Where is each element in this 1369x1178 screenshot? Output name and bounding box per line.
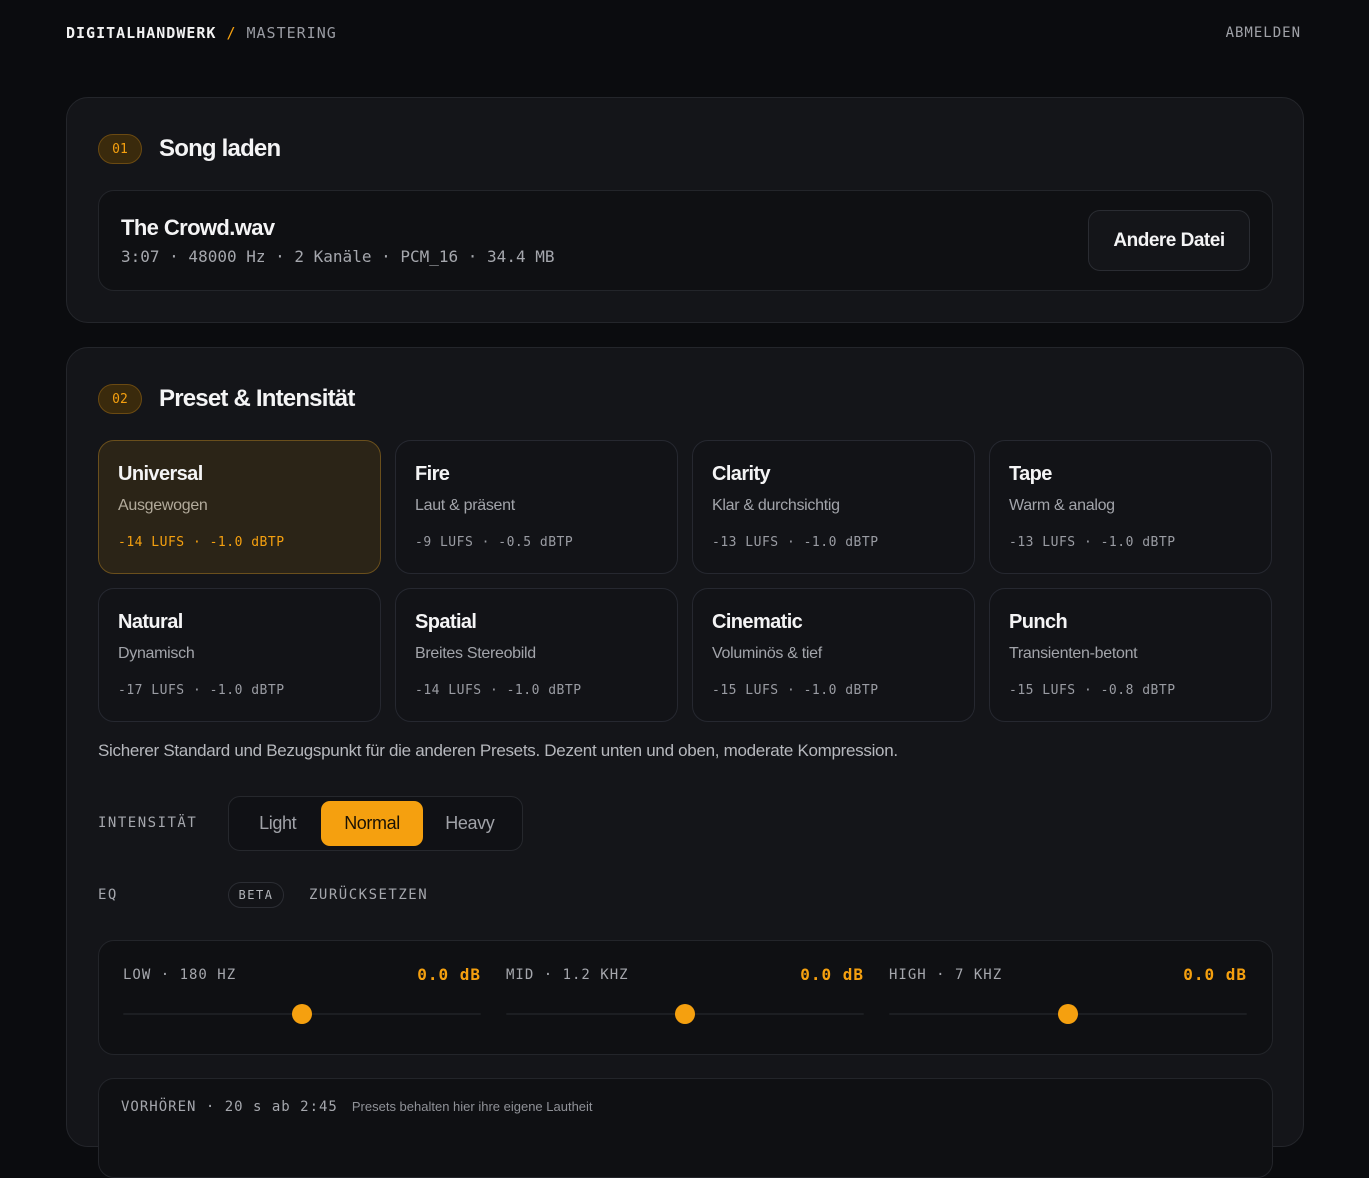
top-bar: DIGITALHANDWERK / MASTERING ABMELDEN	[66, 22, 1301, 44]
eq-reset-button[interactable]: ZURÜCKSETZEN	[309, 887, 428, 903]
step-title: Preset & Intensität	[159, 385, 355, 412]
eq-band-value: 0.0 dB	[1183, 965, 1247, 984]
preset-card-punch[interactable]: Punch Transienten-betont -15 LUFS · -0.8 d…	[989, 588, 1272, 722]
preset-card-natural[interactable]: Natural Dynamisch -17 LUFS · -1.0 dBTP	[98, 588, 381, 722]
preset-card-cinematic[interactable]: Cinematic Voluminös & tief -15 LUFS · -1.0…	[692, 588, 975, 722]
preset-description: Ausgewogen	[118, 497, 208, 514]
breadcrumb-section: MASTERING	[246, 24, 337, 42]
preset-spec: -9 LUFS · -0.5 dBTP	[415, 535, 574, 550]
preset-name: Universal	[118, 463, 203, 485]
beta-badge: BETA	[228, 882, 284, 908]
preset-card-universal[interactable]: Universal Ausgewogen -14 LUFS · -1.0 dBTP	[98, 440, 381, 574]
preset-description: Dynamisch	[118, 645, 195, 662]
preview-card: VORHÖREN · 20 s ab 2:45 Presets behalten…	[98, 1078, 1273, 1178]
preset-name: Tape	[1009, 463, 1052, 485]
step-title: Song laden	[159, 135, 281, 162]
preset-card-spatial[interactable]: Spatial Breites Stereobild -14 LUFS · -1.0…	[395, 588, 678, 722]
preset-description: Breites Stereobild	[415, 645, 536, 662]
preset-spec: -15 LUFS · -0.8 dBTP	[1009, 683, 1176, 698]
song-panel: 01 Song laden The Crowd.wav 3:07 · 48000…	[66, 97, 1304, 323]
breadcrumb: DIGITALHANDWERK / MASTERING	[66, 24, 337, 42]
preview-label: VORHÖREN · 20 s ab 2:45	[121, 1099, 338, 1115]
eq-band-value: 0.0 dB	[800, 965, 864, 984]
preset-spec: -13 LUFS · -1.0 dBTP	[712, 535, 879, 550]
preset-spec: -14 LUFS · -1.0 dBTP	[415, 683, 582, 698]
preset-name: Clarity	[712, 463, 771, 485]
breadcrumb-separator: /	[226, 24, 237, 42]
logout-link[interactable]: ABMELDEN	[1226, 25, 1301, 41]
preset-name: Cinematic	[712, 611, 803, 633]
step-number: 02	[98, 384, 142, 414]
preset-description: Transienten-betont	[1009, 645, 1138, 662]
eq-band-mid: MID · 1.2 KHZ 0.0 dB	[506, 941, 864, 1054]
eq-band-label: HIGH · 7 KHZ	[889, 967, 1003, 983]
preset-grid: Universal Ausgewogen -14 LUFS · -1.0 dBTP F…	[98, 440, 1273, 722]
file-card: The Crowd.wav 3:07 · 48000 Hz · 2 Kanäle…	[98, 190, 1273, 291]
preset-description: Klar & durchsichtig	[712, 497, 840, 514]
preset-spec: -15 LUFS · -1.0 dBTP	[712, 683, 879, 698]
preset-spec: -13 LUFS · -1.0 dBTP	[1009, 535, 1176, 550]
intensity-label: INTENSITÄT	[98, 815, 198, 831]
preset-name: Punch	[1009, 611, 1068, 633]
change-file-button[interactable]: Andere Datei	[1088, 210, 1250, 271]
preset-description: Warm & analog	[1009, 497, 1115, 514]
step-header: 01 Song laden	[98, 134, 281, 164]
preset-name: Fire	[415, 463, 450, 485]
preset-card-clarity[interactable]: Clarity Klar & durchsichtig -13 LUFS · -1.…	[692, 440, 975, 574]
eq-card: LOW · 180 HZ 0.0 dB MID · 1.2 KHZ 0.0 dB…	[98, 940, 1273, 1055]
eq-slider-thumb[interactable]	[292, 1004, 312, 1024]
file-name: The Crowd.wav	[121, 215, 275, 240]
preset-name: Spatial	[415, 611, 477, 633]
preset-description: Laut & präsent	[415, 497, 515, 514]
file-meta: 3:07 · 48000 Hz · 2 Kanäle · PCM_16 · 34…	[121, 247, 555, 266]
step-number: 01	[98, 134, 142, 164]
eq-band-value: 0.0 dB	[417, 965, 481, 984]
eq-band-high: HIGH · 7 KHZ 0.0 dB	[889, 941, 1247, 1054]
eq-label: EQ	[98, 887, 118, 903]
preset-description: Sicherer Standard und Bezugspunkt für di…	[98, 741, 898, 760]
preset-card-tape[interactable]: Tape Warm & analog -13 LUFS · -1.0 dBTP	[989, 440, 1272, 574]
preset-name: Natural	[118, 611, 183, 633]
preset-description: Voluminös & tief	[712, 645, 822, 662]
intensity-normal-button[interactable]: Normal	[321, 801, 423, 846]
eq-band-low: LOW · 180 HZ 0.0 dB	[123, 941, 481, 1054]
intensity-light-button[interactable]: Light	[234, 801, 321, 846]
intensity-selector: Light Normal Heavy	[228, 796, 523, 851]
preset-card-fire[interactable]: Fire Laut & präsent -9 LUFS · -0.5 dBTP	[395, 440, 678, 574]
eq-slider-thumb[interactable]	[675, 1004, 695, 1024]
brand-name[interactable]: DIGITALHANDWERK	[66, 24, 216, 42]
preset-spec: -14 LUFS · -1.0 dBTP	[118, 535, 285, 550]
step-header: 02 Preset & Intensität	[98, 384, 355, 414]
eq-band-label: MID · 1.2 KHZ	[506, 967, 629, 983]
preset-spec: -17 LUFS · -1.0 dBTP	[118, 683, 285, 698]
preset-panel: 02 Preset & Intensität Universal Ausgewog…	[66, 347, 1304, 1178]
preview-header: VORHÖREN · 20 s ab 2:45 Presets behalten…	[121, 1099, 593, 1115]
eq-slider-thumb[interactable]	[1058, 1004, 1078, 1024]
intensity-heavy-button[interactable]: Heavy	[423, 801, 517, 846]
eq-band-label: LOW · 180 HZ	[123, 967, 237, 983]
